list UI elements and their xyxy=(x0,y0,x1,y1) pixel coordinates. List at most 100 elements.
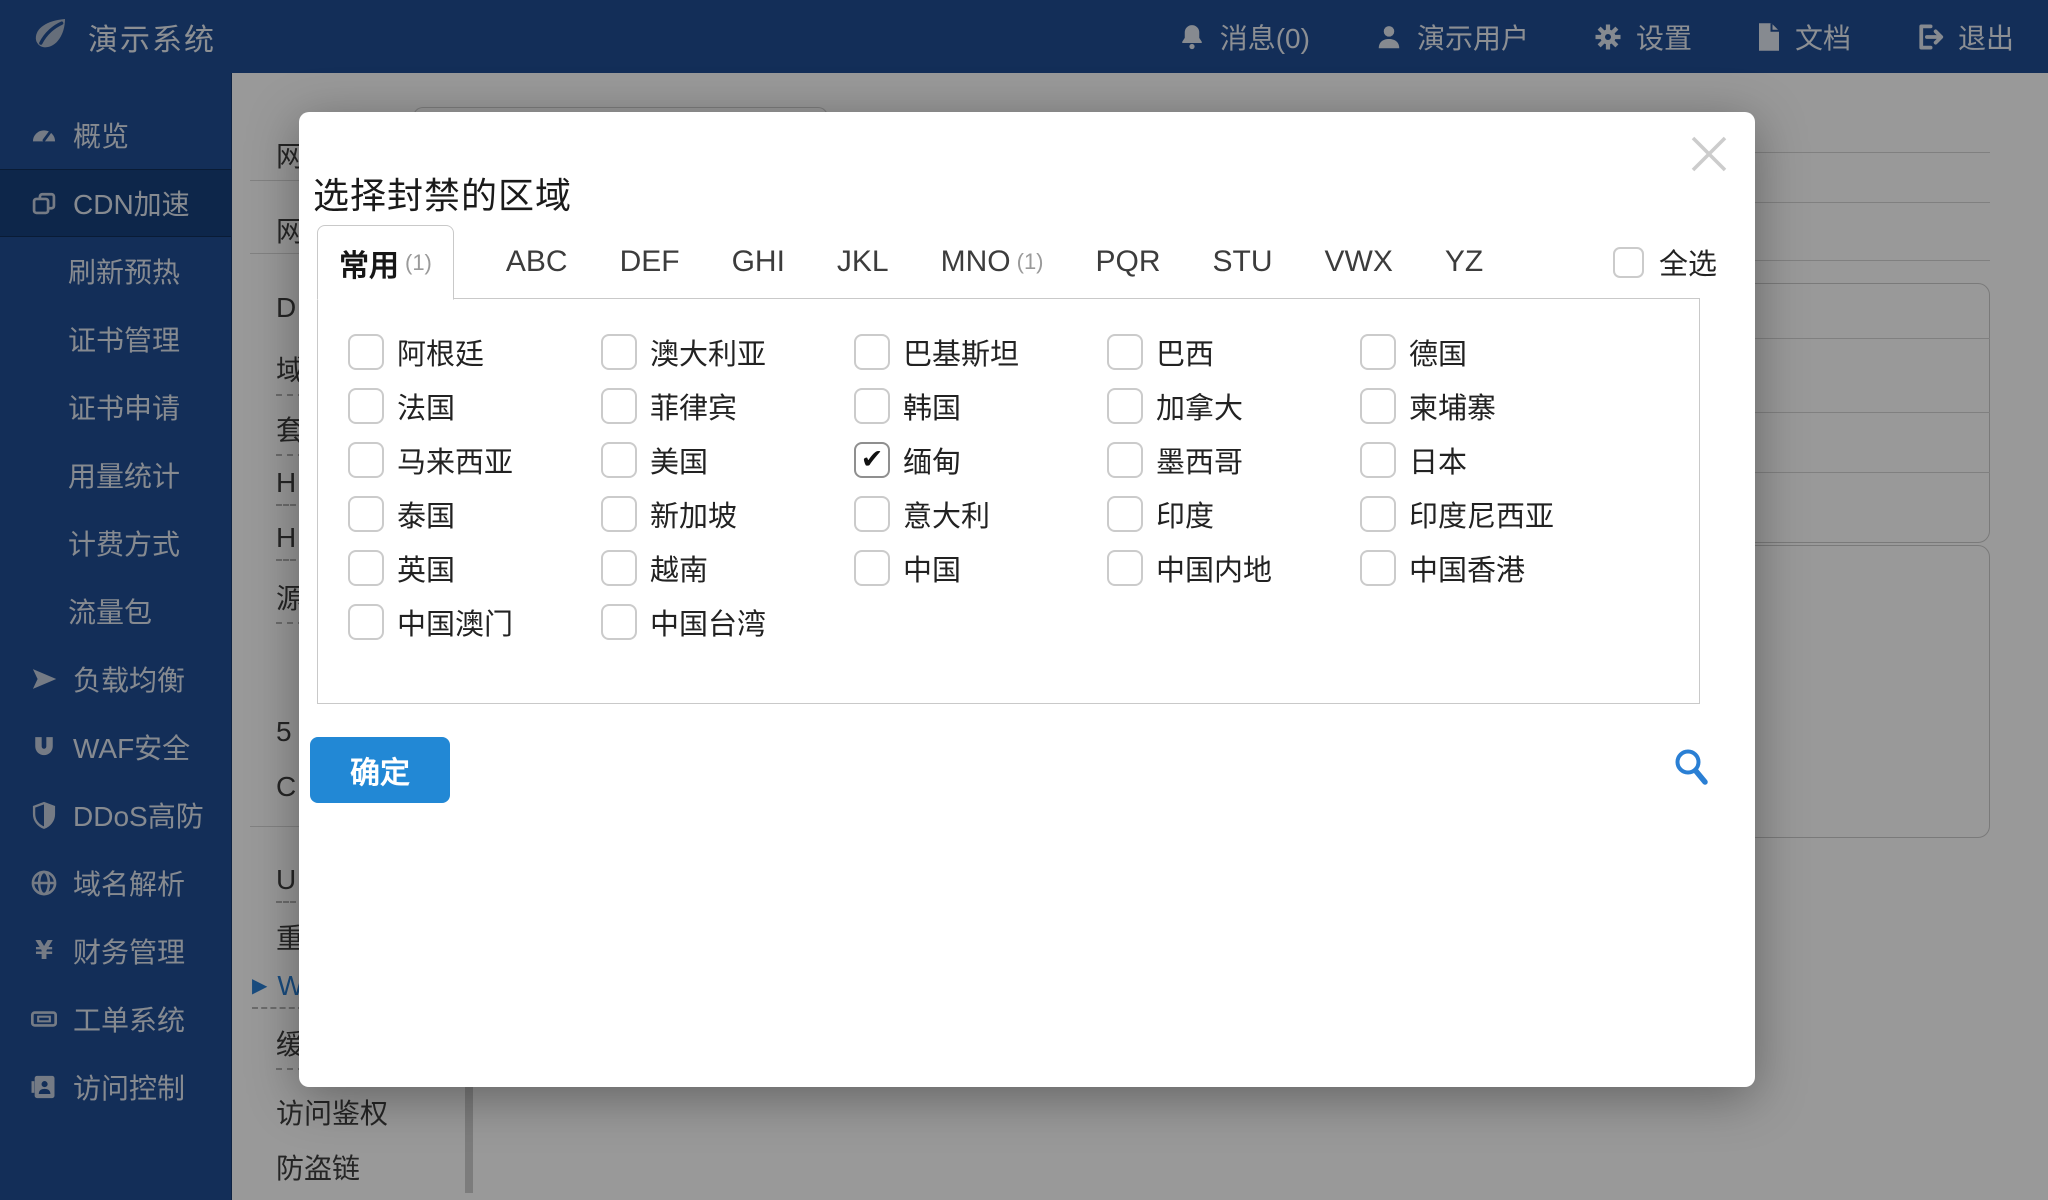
country-label: 中国 xyxy=(903,547,961,589)
region-tabs: 常用 (1) ABC DEF GHI JKL MNO (1) PQR STU V… xyxy=(317,225,1717,299)
tab-label: 常用 xyxy=(339,241,399,285)
country-checkbox-item[interactable]: 德国 xyxy=(1360,333,1613,370)
country-checkbox-item[interactable]: ✔ 缅甸 xyxy=(854,441,1107,478)
screen: 演示系统 消息(0) 演示用户 xyxy=(0,0,2048,1200)
country-checkbox-item[interactable]: 韩国 xyxy=(854,387,1107,424)
checkbox[interactable] xyxy=(854,550,890,586)
tab-count: (1) xyxy=(405,250,432,276)
tab-def[interactable]: DEF xyxy=(620,225,680,299)
country-label: 泰国 xyxy=(397,493,455,535)
country-checkbox-item[interactable]: 澳大利亚 xyxy=(601,333,854,370)
country-checkbox-item[interactable]: 巴西 xyxy=(1107,333,1360,370)
checkbox[interactable] xyxy=(1360,334,1396,370)
checkbox[interactable]: ✔ xyxy=(854,442,890,478)
country-checkbox-item[interactable]: 加拿大 xyxy=(1107,387,1360,424)
checkbox[interactable] xyxy=(348,442,384,478)
confirm-button[interactable]: 确定 xyxy=(310,737,450,803)
country-label: 马来西亚 xyxy=(397,439,513,481)
country-label: 中国香港 xyxy=(1409,547,1525,589)
tab-vwx[interactable]: VWX xyxy=(1325,225,1393,299)
country-checkbox-item[interactable]: 印度 xyxy=(1107,495,1360,532)
checkbox[interactable] xyxy=(1360,550,1396,586)
checkbox[interactable] xyxy=(348,604,384,640)
tab-jkl[interactable]: JKL xyxy=(837,225,889,299)
dialog-title: 选择封禁的区域 xyxy=(313,167,572,219)
country-label: 阿根廷 xyxy=(397,331,484,373)
country-checkbox-item[interactable]: 英国 xyxy=(348,549,601,586)
checkbox[interactable] xyxy=(1360,442,1396,478)
checkbox[interactable] xyxy=(854,388,890,424)
country-checkbox-item[interactable]: 新加坡 xyxy=(601,495,854,532)
country-label: 中国澳门 xyxy=(397,601,513,643)
select-all-checkbox[interactable]: 全选 xyxy=(1613,225,1717,299)
select-all-label: 全选 xyxy=(1659,241,1717,283)
country-checkbox-item[interactable]: 巴基斯坦 xyxy=(854,333,1107,370)
checkbox[interactable] xyxy=(348,550,384,586)
country-label: 德国 xyxy=(1409,331,1467,373)
country-label: 柬埔寨 xyxy=(1409,385,1496,427)
tab-count: (1) xyxy=(1017,249,1044,275)
country-checkbox-item[interactable]: 菲律宾 xyxy=(601,387,854,424)
tab-ghi[interactable]: GHI xyxy=(732,225,785,299)
checkbox[interactable] xyxy=(601,388,637,424)
checkbox[interactable] xyxy=(1360,496,1396,532)
country-label: 巴基斯坦 xyxy=(903,331,1019,373)
tab-stu[interactable]: STU xyxy=(1213,225,1273,299)
country-checkbox-item[interactable]: 印度尼西亚 xyxy=(1360,495,1613,532)
country-label: 新加坡 xyxy=(650,493,737,535)
checkbox[interactable] xyxy=(1107,550,1143,586)
country-checkbox-item[interactable]: 马来西亚 xyxy=(348,441,601,478)
close-icon[interactable] xyxy=(1685,130,1733,178)
country-checkbox-item[interactable]: 中国澳门 xyxy=(348,603,601,640)
checkbox[interactable] xyxy=(1360,388,1396,424)
checkbox[interactable] xyxy=(1107,496,1143,532)
tab-mno[interactable]: MNO (1) xyxy=(941,225,1044,299)
tab-common[interactable]: 常用 (1) xyxy=(317,225,454,300)
country-checkbox-item[interactable]: 意大利 xyxy=(854,495,1107,532)
country-label: 美国 xyxy=(650,439,708,481)
tab-yz[interactable]: YZ xyxy=(1445,225,1483,299)
country-checkbox-item[interactable]: 墨西哥 xyxy=(1107,441,1360,478)
country-checkbox-item[interactable]: 中国香港 xyxy=(1360,549,1613,586)
checkbox[interactable] xyxy=(854,334,890,370)
checkbox[interactable] xyxy=(1613,247,1644,278)
country-label: 缅甸 xyxy=(903,439,961,481)
country-label: 墨西哥 xyxy=(1156,439,1243,481)
country-label: 意大利 xyxy=(903,493,990,535)
country-label: 中国内地 xyxy=(1156,547,1272,589)
country-label: 中国台湾 xyxy=(650,601,766,643)
checkbox[interactable] xyxy=(1107,388,1143,424)
checkbox[interactable] xyxy=(1107,334,1143,370)
country-checkbox-item[interactable]: 越南 xyxy=(601,549,854,586)
country-label: 法国 xyxy=(397,385,455,427)
tab-abc[interactable]: ABC xyxy=(506,225,568,299)
checkbox[interactable] xyxy=(601,550,637,586)
country-checkbox-item[interactable]: 中国台湾 xyxy=(601,603,854,640)
country-checkbox-item[interactable]: 阿根廷 xyxy=(348,333,601,370)
checkbox[interactable] xyxy=(601,604,637,640)
search-icon[interactable] xyxy=(1671,746,1713,793)
region-block-dialog: 选择封禁的区域 常用 (1) ABC DEF GHI JKL MNO (1) P… xyxy=(299,112,1755,1087)
country-label: 加拿大 xyxy=(1156,385,1243,427)
country-checkbox-item[interactable]: 柬埔寨 xyxy=(1360,387,1613,424)
country-checkbox-item[interactable]: 法国 xyxy=(348,387,601,424)
country-checkbox-item[interactable]: 泰国 xyxy=(348,495,601,532)
country-checkbox-item[interactable]: 中国内地 xyxy=(1107,549,1360,586)
country-checkbox-item[interactable]: 中国 xyxy=(854,549,1107,586)
checkbox[interactable] xyxy=(601,496,637,532)
checkbox[interactable] xyxy=(854,496,890,532)
country-checkbox-item[interactable]: 美国 xyxy=(601,441,854,478)
tab-pqr[interactable]: PQR xyxy=(1096,225,1161,299)
checkbox[interactable] xyxy=(601,334,637,370)
checkbox[interactable] xyxy=(348,334,384,370)
checkbox[interactable] xyxy=(348,496,384,532)
checkbox[interactable] xyxy=(348,388,384,424)
country-label: 日本 xyxy=(1409,439,1467,481)
country-label: 韩国 xyxy=(903,385,961,427)
country-label: 越南 xyxy=(650,547,708,589)
country-checkbox-item[interactable]: 日本 xyxy=(1360,441,1613,478)
country-label: 印度尼西亚 xyxy=(1409,493,1554,535)
checkbox[interactable] xyxy=(1107,442,1143,478)
country-grid: 阿根廷 澳大利亚 巴基斯坦 巴西 德国 法国 xyxy=(317,298,1700,704)
checkbox[interactable] xyxy=(601,442,637,478)
